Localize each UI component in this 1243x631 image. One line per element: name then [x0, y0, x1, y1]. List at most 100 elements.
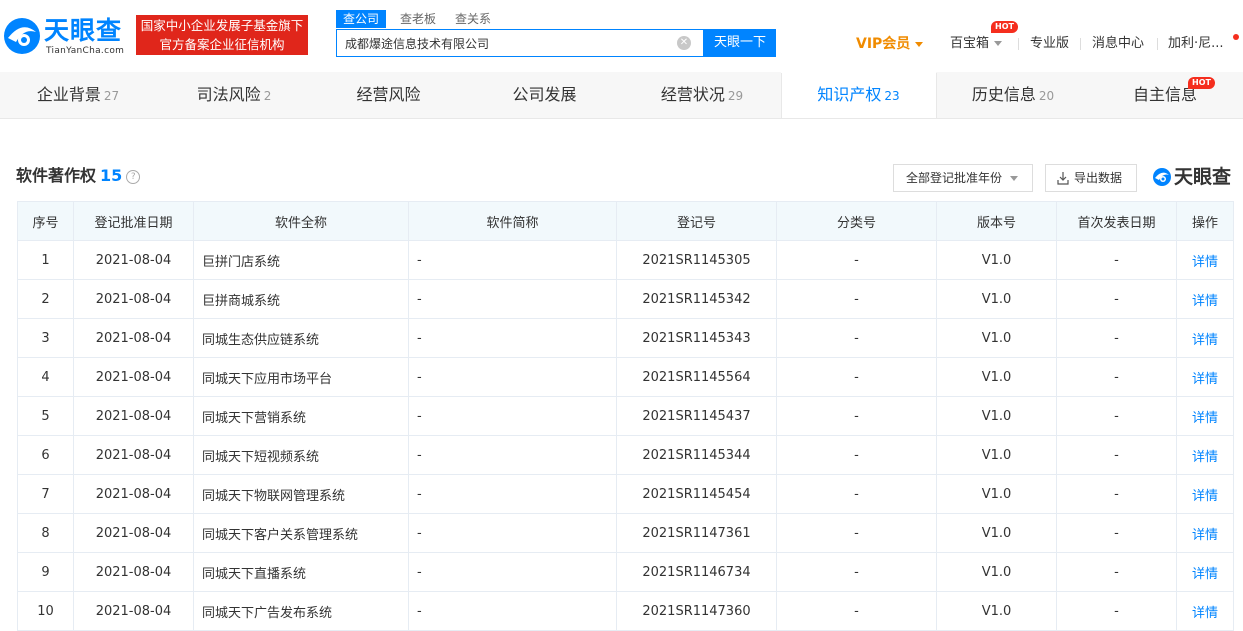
- tab-operating-risk[interactable]: 经营风险: [312, 72, 468, 118]
- table-header-row: 序号 登记批准日期 软件全称 软件简称 登记号 分类号 版本号 首次发表日期 操…: [17, 201, 1234, 241]
- row-index: 4: [17, 357, 74, 397]
- software-full-name: 同城天下应用市场平台: [193, 357, 409, 397]
- table-row: 9 2021-08-04 同城天下直播系统 -2021SR1146734- V1.0- 详…: [17, 552, 1234, 592]
- registration-number: 2021SR1145454: [616, 474, 777, 514]
- first-publish-date: -: [1056, 513, 1177, 553]
- row-index: 9: [17, 552, 74, 592]
- tab-company-background[interactable]: 企业背景 27: [0, 72, 156, 118]
- vip-member-menu[interactable]: VIP会员: [856, 34, 924, 54]
- treasure-box-menu[interactable]: 百宝箱: [950, 34, 1003, 54]
- row-index: 1: [17, 240, 74, 280]
- first-publish-date: -: [1056, 552, 1177, 592]
- column-header: 登记号: [616, 201, 777, 241]
- row-index: 5: [17, 396, 74, 436]
- detail-link[interactable]: 详情: [1192, 333, 1218, 348]
- detail-link[interactable]: 详情: [1192, 567, 1218, 582]
- classification-number: -: [776, 552, 937, 592]
- search-tab-company[interactable]: 查公司: [336, 10, 387, 28]
- search-button[interactable]: 天眼一下: [704, 29, 776, 57]
- first-publish-date: -: [1056, 435, 1177, 475]
- version-number: V1.0: [936, 474, 1057, 514]
- detail-link[interactable]: 详情: [1192, 255, 1218, 270]
- column-header: 软件简称: [408, 201, 617, 241]
- tab-history-info[interactable]: 历史信息 20: [936, 72, 1090, 118]
- classification-number: -: [776, 474, 937, 514]
- detail-link[interactable]: 详情: [1192, 450, 1218, 465]
- column-header: 操作: [1176, 201, 1234, 241]
- row-index: 3: [17, 318, 74, 358]
- table-row: 5 2021-08-04 同城天下营销系统 -2021SR1145437- V1.0- 详…: [17, 396, 1234, 436]
- export-data-button[interactable]: 导出数据: [1045, 164, 1137, 192]
- version-number: V1.0: [936, 240, 1057, 280]
- year-filter-dropdown[interactable]: 全部登记批准年份: [893, 164, 1033, 192]
- treasure-label: 百宝箱: [950, 36, 990, 51]
- software-short-name: -: [408, 552, 617, 592]
- clear-icon[interactable]: ✕: [677, 36, 691, 50]
- tab-label: 公司发展: [512, 85, 577, 104]
- detail-link[interactable]: 详情: [1192, 372, 1218, 387]
- table-row: 2 2021-08-04 巨拼商城系统 -2021SR1145342- V1.0- 详情: [17, 279, 1234, 319]
- search-tab-boss[interactable]: 查老板: [400, 10, 436, 28]
- detail-link[interactable]: 详情: [1192, 489, 1218, 504]
- registration-number: 2021SR1145437: [616, 396, 777, 436]
- tab-intellectual-property[interactable]: 知识产权 23: [781, 72, 936, 118]
- table-body: 1 2021-08-04 巨拼门店系统 -2021SR1145305- V1.0- 详情 2…: [17, 240, 1234, 631]
- detail-link[interactable]: 详情: [1192, 606, 1218, 621]
- tab-label: 历史信息: [971, 85, 1036, 104]
- official-banner: 国家中小企业发展子基金旗下 官方备案企业征信机构: [136, 15, 308, 55]
- software-full-name: 同城天下短视频系统: [193, 435, 409, 475]
- first-publish-date: -: [1056, 357, 1177, 397]
- user-menu[interactable]: 加利·尼...: [1168, 34, 1224, 54]
- software-full-name: 同城天下客户关系管理系统: [193, 513, 409, 553]
- search-tab-relation[interactable]: 查关系: [455, 10, 491, 28]
- tab-count: 27: [103, 89, 120, 103]
- tab-label: 司法风险: [196, 85, 261, 104]
- detail-link: 详情: [1176, 513, 1234, 553]
- first-publish-date: -: [1056, 318, 1177, 358]
- detail-link[interactable]: 详情: [1192, 411, 1218, 426]
- section-title: 软件著作权 15?: [16, 165, 141, 187]
- registration-number: 2021SR1145342: [616, 279, 777, 319]
- tab-self-info[interactable]: 自主信息: [1090, 72, 1243, 118]
- approval-date: 2021-08-04: [73, 396, 194, 436]
- search-box: ✕: [336, 29, 704, 57]
- download-icon: [1057, 172, 1069, 185]
- logo-domain: TianYanCha.com: [46, 46, 125, 56]
- nav-divider: [1018, 38, 1019, 50]
- detail-link[interactable]: 详情: [1192, 528, 1218, 543]
- detail-link: 详情: [1176, 552, 1234, 592]
- search-input[interactable]: [337, 30, 683, 56]
- approval-date: 2021-08-04: [73, 240, 194, 280]
- detail-link: 详情: [1176, 240, 1234, 280]
- software-full-name: 同城天下物联网管理系统: [193, 474, 409, 514]
- classification-number: -: [776, 396, 937, 436]
- table-row: 1 2021-08-04 巨拼门店系统 -2021SR1145305- V1.0- 详情: [17, 240, 1234, 280]
- detail-link[interactable]: 详情: [1192, 294, 1218, 309]
- classification-number: -: [776, 240, 937, 280]
- tab-label: 企业背景: [36, 85, 101, 104]
- tab-count: 20: [1038, 89, 1055, 103]
- pro-version-link[interactable]: 专业版: [1030, 34, 1069, 54]
- tab-company-development[interactable]: 公司发展: [468, 72, 624, 118]
- watermark-text: 天眼查: [1174, 166, 1232, 188]
- filter-label: 全部登记批准年份: [906, 171, 1003, 185]
- tianyancha-logo[interactable]: 天眼查 TianYanCha.com: [2, 14, 130, 58]
- software-short-name: -: [408, 435, 617, 475]
- tab-divider: [781, 73, 782, 118]
- software-full-name: 巨拼商城系统: [193, 279, 409, 319]
- tab-operating-status[interactable]: 经营状况 29: [624, 72, 780, 118]
- column-header: 序号: [17, 201, 74, 241]
- classification-number: -: [776, 435, 937, 475]
- help-icon[interactable]: ?: [126, 169, 141, 184]
- detail-link: 详情: [1176, 318, 1234, 358]
- registration-number: 2021SR1146734: [616, 552, 777, 592]
- software-short-name: -: [408, 318, 617, 358]
- table-row: 8 2021-08-04 同城天下客户关系管理系统 -2021SR1147361- V1…: [17, 513, 1234, 553]
- table-row: 6 2021-08-04 同城天下短视频系统 -2021SR1145344- V1.0-…: [17, 435, 1234, 475]
- tab-judicial-risk[interactable]: 司法风险 2: [156, 72, 312, 118]
- message-center-link[interactable]: 消息中心: [1092, 34, 1144, 54]
- software-full-name: 巨拼门店系统: [193, 240, 409, 280]
- version-number: V1.0: [936, 435, 1057, 475]
- approval-date: 2021-08-04: [73, 591, 194, 631]
- main-tabs: 企业背景 27 司法风险 2 经营风险 公司发展 经营状况 29 知识产权 23 历史信…: [0, 72, 1243, 119]
